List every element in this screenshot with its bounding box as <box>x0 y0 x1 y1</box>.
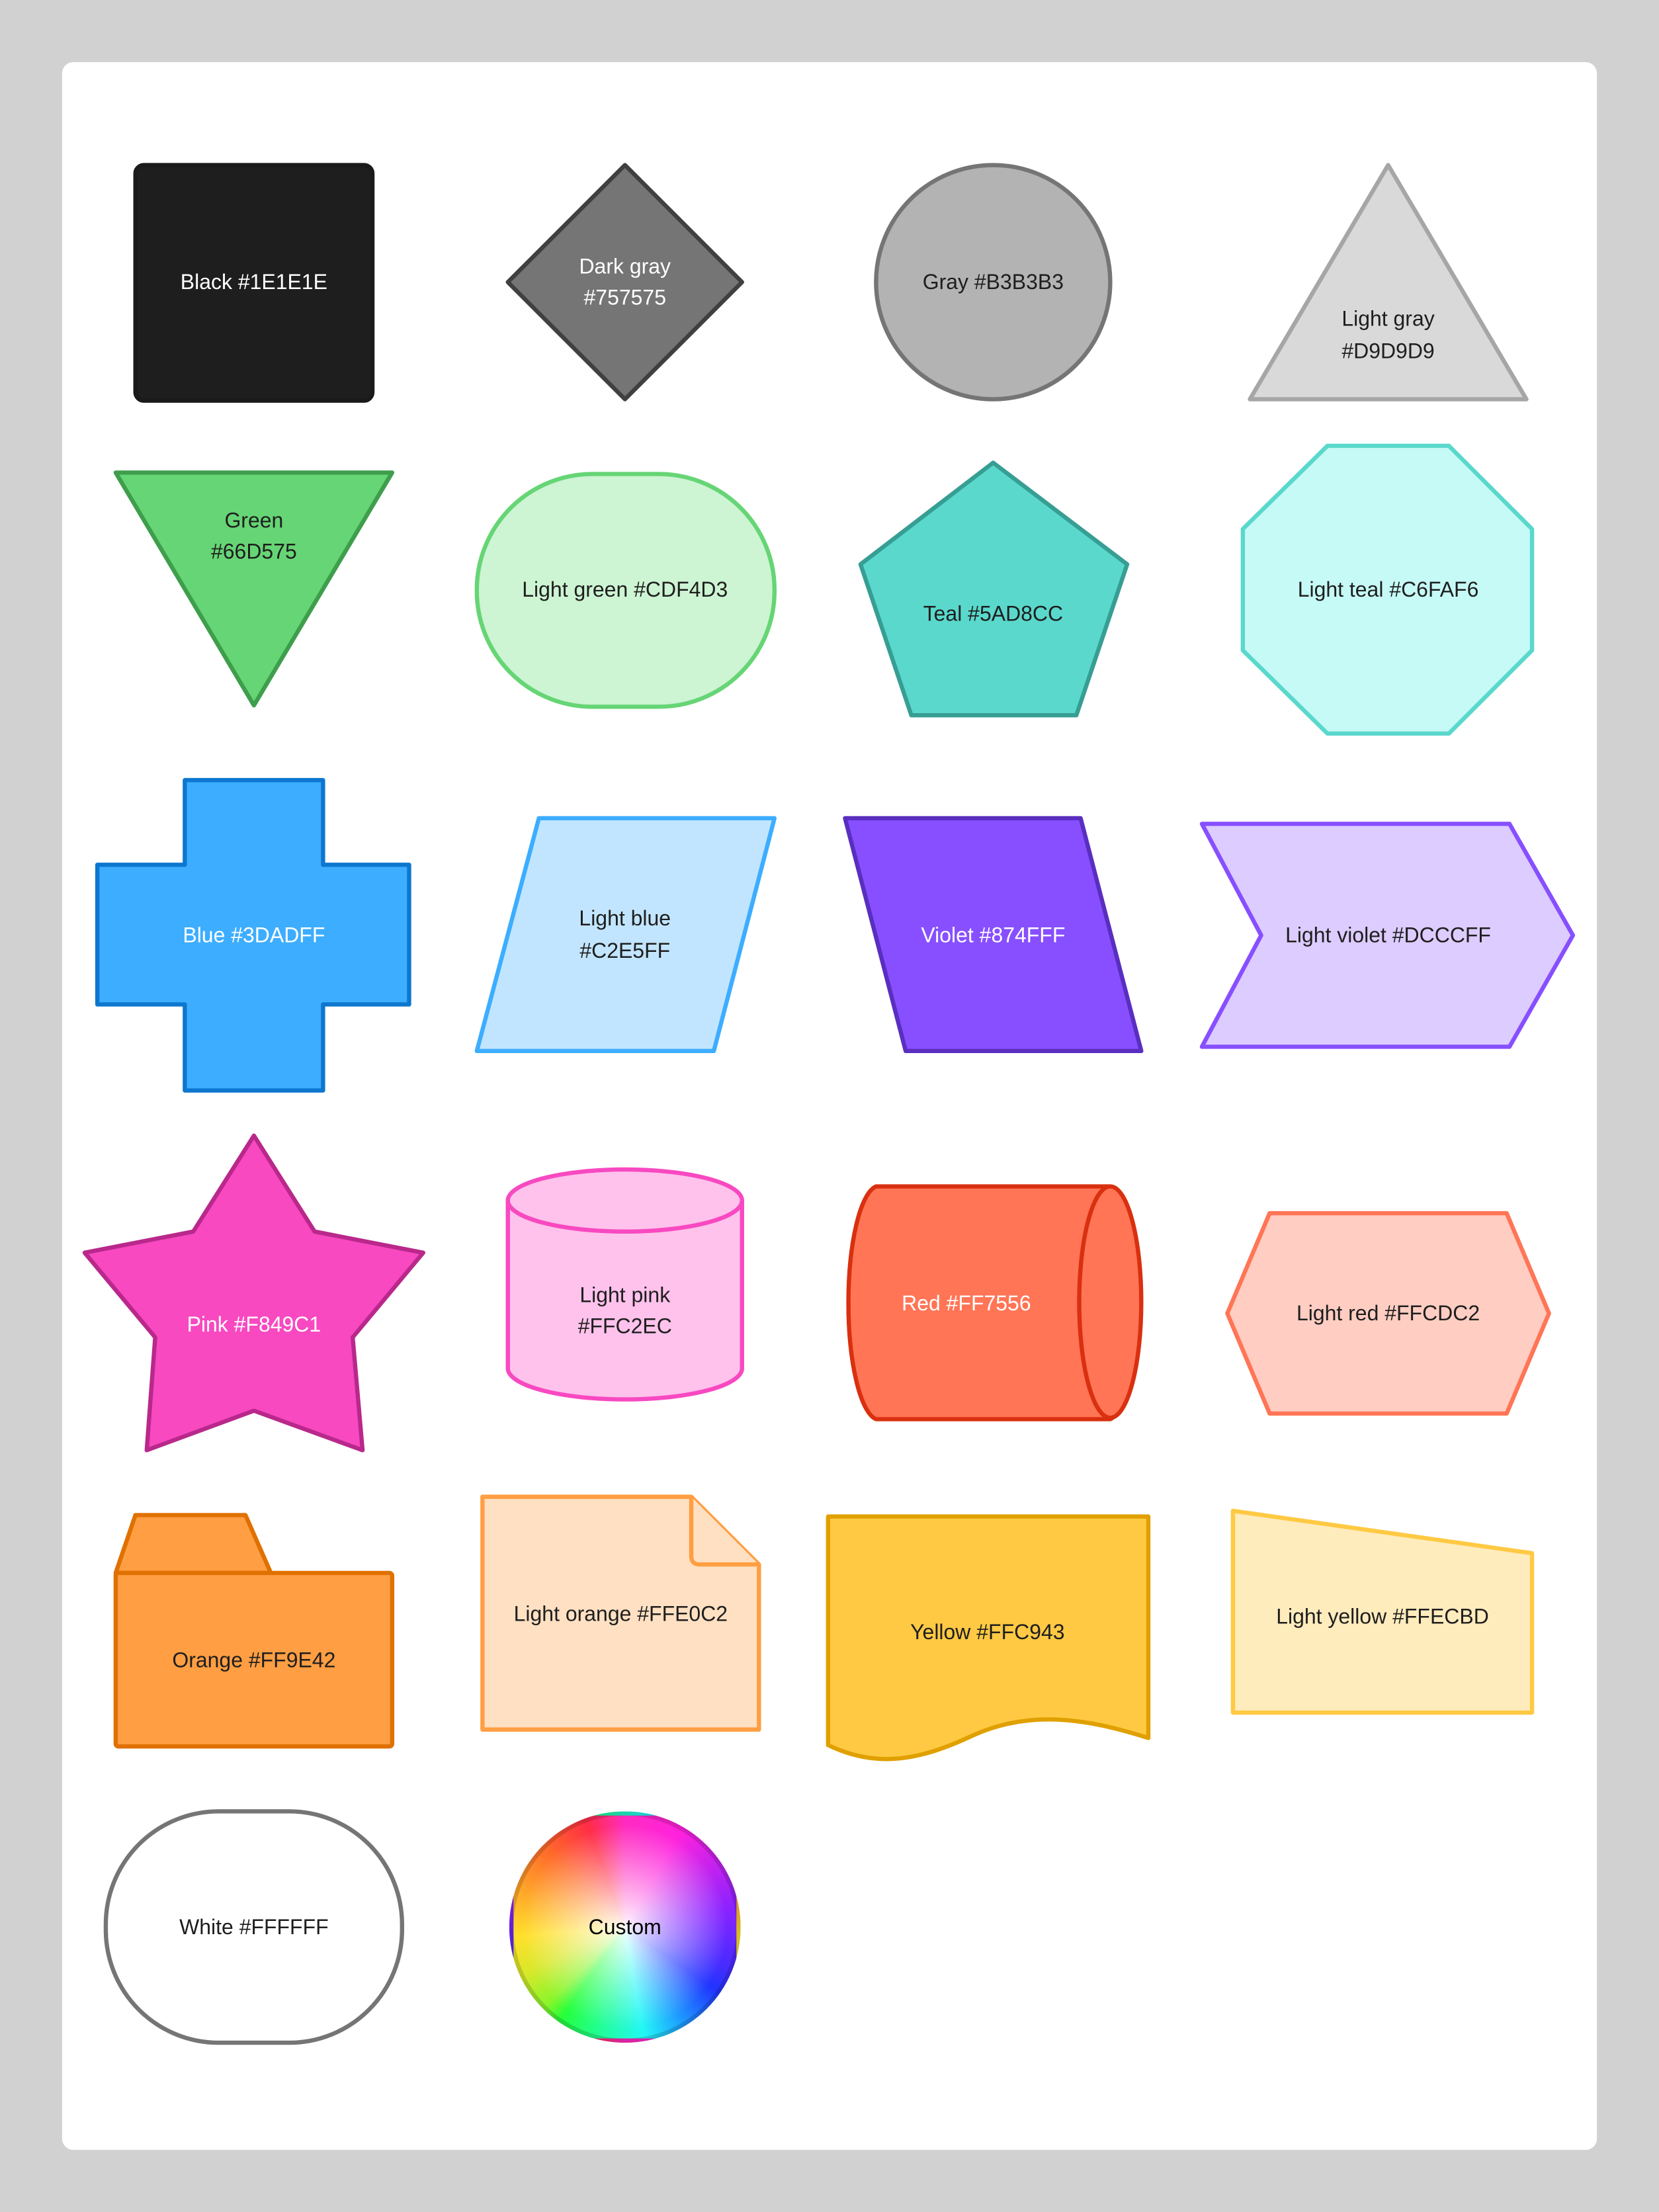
custom-color-wheel-button[interactable]: Custom <box>509 1811 741 2043</box>
shape-white-rounded-rect[interactable]: White #FFFFFF <box>103 1809 405 2045</box>
shape-label: Light violet #DCCCFF <box>1285 923 1491 947</box>
shape-label: Gray #B3B3B3 <box>923 270 1064 294</box>
shape-light-red-hexagon[interactable]: Light red #FFCDC2 <box>1225 1211 1551 1416</box>
shape-label: #757575 <box>584 286 666 310</box>
shape-label: Black #1E1E1E <box>181 270 327 294</box>
shape-label: Light teal #C6FAF6 <box>1298 577 1479 601</box>
shape-label: Light yellow #FFECBD <box>1276 1605 1489 1629</box>
shape-gray-circle[interactable]: Gray #B3B3B3 <box>874 163 1113 402</box>
shape-label: Yellow #FFC943 <box>910 1620 1064 1644</box>
shape-label: Teal #5AD8CC <box>923 601 1063 625</box>
shape-light-green-rounded-rect[interactable]: Light green #CDF4D3 <box>474 472 777 709</box>
shape-label: Custom <box>589 1915 661 1939</box>
shape-light-pink-cylinder[interactable]: Light pink #FFC2EC <box>505 1167 744 1402</box>
shape-label: Dark gray <box>579 255 671 278</box>
shape-label: Red #FF7556 <box>902 1291 1031 1315</box>
shape-light-teal-octagon[interactable]: Light teal #C6FAF6 <box>1240 443 1535 736</box>
shape-label: Green <box>224 509 283 532</box>
shape-label: Violet #874FFF <box>921 923 1065 947</box>
shape-label: Light orange #FFE0C2 <box>514 1601 728 1625</box>
shape-label: Orange #FF9E42 <box>172 1648 335 1672</box>
shape-label: #66D575 <box>211 539 297 563</box>
shape-light-orange-document[interactable]: Light orange #FFE0C2 <box>480 1494 761 1732</box>
shape-label: Blue #3DADFF <box>183 923 325 947</box>
shape-palette-canvas: Black #1E1E1E Dark gray #757575 Gray #B3… <box>62 62 1597 2150</box>
shape-yellow-wavy-document[interactable]: Yellow #FFC943 <box>826 1514 1151 1762</box>
shape-black-square[interactable]: Black #1E1E1E <box>133 163 375 403</box>
shape-label: White #FFFFFF <box>179 1915 329 1939</box>
shape-label: Pink #F849C1 <box>187 1312 321 1336</box>
shape-label: Light pink <box>579 1283 671 1306</box>
shape-red-horizontal-cylinder[interactable]: Red #FF7556 <box>846 1184 1144 1422</box>
shape-label: Light red #FFCDC2 <box>1297 1301 1480 1325</box>
shape-label: #C2E5FF <box>579 939 670 962</box>
shape-label: #FFC2EC <box>578 1314 672 1338</box>
shape-label: #D9D9D9 <box>1341 339 1434 363</box>
shape-label: Light gray <box>1341 307 1434 331</box>
shape-label: Light green #CDF4D3 <box>522 577 728 601</box>
shape-label: Light blue <box>579 906 671 930</box>
